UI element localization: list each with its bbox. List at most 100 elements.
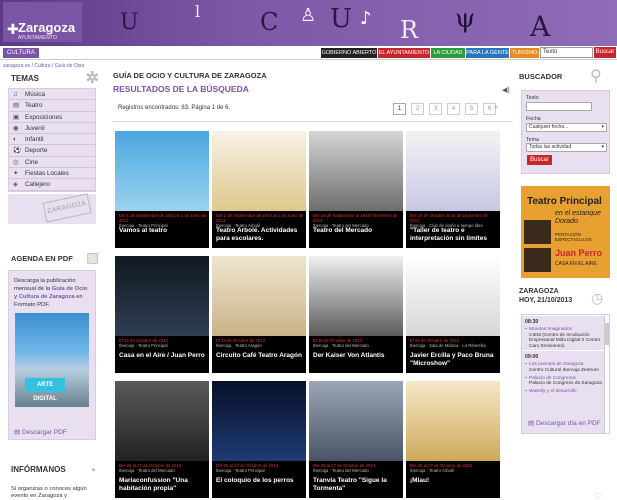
event-title[interactable]: "Taller de teatro e interpretación sin l… [410,227,498,242]
event-title[interactable]: Mariaconfussion "Una habitación propia" [119,477,207,492]
event-image[interactable] [115,131,209,211]
breadcrumb[interactable]: zaragoza.es / Cultura / Guía de Ocio [3,63,84,69]
banner-subtitle: en el estanque Dorado [555,210,601,225]
event-date: Del 16 de Octubre al 16 de Diciembre de … [410,213,498,228]
event-title[interactable]: Circuito Café Teatro Aragón [216,352,304,360]
header-search-input[interactable]: Texto [540,47,593,58]
pdf-icon: ▨ [86,249,100,265]
event-card[interactable]: Del 1 de Septiembre de 2013 al 1 de Juni… [212,131,306,248]
buscar-button[interactable]: Buscar [527,155,552,165]
event-card[interactable]: El 23 de Octubre de 2013 Ibercaja · Teatr… [115,256,209,373]
logo-mark-icon: ✚ [7,21,19,37]
sidebar-item-music[interactable]: ♫ Música [9,89,95,101]
nav-la-ciudad[interactable]: LA CIUDAD [431,48,465,58]
event-title[interactable]: Tranvía Teatro "Sigue la Tormenta" [313,477,401,492]
speaker-icon[interactable]: ◀) [502,86,510,94]
download-pdf-link[interactable]: ▤ Descargar PDF [14,428,67,436]
page-3-link[interactable]: 3 [429,103,442,115]
event-image[interactable] [406,256,500,336]
section-tab-cultura[interactable]: CULTURA [3,48,39,58]
agenda-item[interactable]: Palacio de CongresosPalacio de Congreso … [522,375,609,388]
event-title[interactable]: Der Kaiser Von Atlantis [313,352,401,360]
note-icon: ♪ [360,8,372,29]
nav-el-ayuntamiento[interactable]: EL AYUNTAMIENTO [378,48,430,58]
chevron-down-icon: ▾ [601,124,604,130]
sidebar-item-kids[interactable]: ◐ Infantil [9,134,95,146]
agenda-item-name[interactable]: Mundos Imaginados [529,327,572,332]
header-search-button[interactable]: Buscar [594,47,616,58]
teatro-principal-banner[interactable]: Teatro Principal en el estanque Dorado P… [521,186,610,278]
page-5-link[interactable]: 5 [465,103,478,115]
event-venue: Ibercaja · Teatro Principal [216,468,265,473]
event-title[interactable]: Casa en el Aire / Juan Perro [119,352,207,360]
event-image[interactable] [115,256,209,336]
agenda-pdf-box: Descarga la publicación mensual de la Gu… [8,270,96,440]
temas-title: TEMAS [11,74,39,83]
agenda-pdf-title: AGENDA EN PDF [11,254,73,263]
agenda-item[interactable]: Mundos ImaginadosCIEM (Centro de Incubac… [522,326,609,350]
page: ✚ Zaragoza AYUNTAMIENTO U l C U R A ♙ ♪ … [0,0,617,500]
nav-para-la-gente[interactable]: PARA LA GENTE [466,48,509,58]
event-card[interactable]: El 23 de Octubre de 2013 Ibercaja · Teatr… [212,256,306,373]
event-card[interactable]: El 26 de Octubre de 2013 Ibercaja · Teatr… [309,256,403,373]
agenda-cover-image[interactable]: ARTE DIGITAL [15,313,89,407]
agenda-time: 08:30 [522,315,609,326]
event-card[interactable]: Del 16 de Octubre al 16 de Diciembre de … [406,131,500,248]
map-pin-icon: ◈ [13,181,18,189]
download-day-pdf-link[interactable]: ▤ Descargar día en PDF [528,419,601,427]
sidebar-item-theater[interactable]: ▤ Teatro [9,100,95,112]
informanos-title: INFÓRMANOS [11,465,66,474]
event-title[interactable]: Teatro Arbolé. Actividades para escolare… [216,227,304,242]
event-title[interactable]: Vamos al teatro [119,227,207,235]
agenda-item-name[interactable]: Palacio de Congresos [529,376,576,381]
event-card[interactable]: Del 19 de Septiembre al 19 de Diciembre … [309,131,403,248]
event-image[interactable] [212,256,306,336]
nav-gobierno-abierto[interactable]: GOBIERNO ABIERTO [321,48,377,58]
next-page-link[interactable]: » [494,104,498,111]
tema-select[interactable]: Todas las actividad ▾ [526,143,607,152]
header-deco-letter: l [195,2,201,21]
divider [113,121,513,122]
page-1-link[interactable]: 1 [393,103,406,115]
fecha-select[interactable]: Cualquier fecha... ▾ [526,123,607,132]
chevron-down-icon: ▾ [601,144,604,150]
event-card[interactable]: Del 26 al 27 de Octubre de 2013 Ibercaja … [309,381,403,498]
event-date: Del 19 de Septiembre al 19 de Diciembre … [313,213,401,228]
page-2-link[interactable]: 2 [411,103,424,115]
event-title[interactable]: ¡Miau! [410,477,498,485]
sidebar-item-party[interactable]: ✦ Fiestas Locales [9,168,95,180]
sidebar-item-exhibition[interactable]: ▣ Exposiciones [9,112,95,123]
event-image[interactable] [309,131,403,211]
event-date: El 26 de Octubre de 2013 Ibercaja · Sala … [410,338,498,348]
event-title[interactable]: Javier Ercilla y Paco Bruna "Microshow" [410,352,498,367]
sidebar-item-sport[interactable]: ⚽ Deporte [9,145,95,157]
agenda-item-name[interactable]: Wassily y el desarrollo [529,389,577,394]
page-4-link[interactable]: 4 [447,103,460,115]
kids-icon: ◐ [13,136,17,144]
event-image[interactable] [309,381,403,461]
event-card[interactable]: Del 26 al 27 de Octubre de 2013 Ibercaja … [406,381,500,498]
sidebar-item-youth[interactable]: ◉ Juvenil [9,123,95,135]
cinema-icon: ◎ [13,158,19,166]
agenda-item[interactable]: Los puentes de ZaragozaCentro Cultural I… [522,361,609,374]
event-card[interactable]: El 26 de Octubre de 2013 Ibercaja · Sala … [406,256,500,373]
event-image[interactable] [115,381,209,461]
event-title[interactable]: Teatro del Mercado [313,227,401,235]
event-image[interactable] [212,381,306,461]
event-image[interactable] [406,381,500,461]
agenda-item[interactable]: Wassily y el desarrollo [522,388,609,396]
sidebar-item-cinema[interactable]: ◎ Cine [9,157,95,169]
event-card[interactable]: Del 26 al 27 de Octubre de 2013 Ibercaja … [212,381,306,498]
event-image[interactable] [406,131,500,211]
event-card[interactable]: Del 1 de Septiembre de 2013 al 1 de Juni… [115,131,209,248]
texto-input[interactable] [526,102,592,111]
agenda-pdf-text: Descarga la publicación mensual de la Gu… [9,271,95,315]
agenda-item-name[interactable]: Los puentes de Zaragoza [529,362,583,367]
nav-turismo[interactable]: TURISMO [510,48,539,58]
event-image[interactable] [212,131,306,211]
event-title[interactable]: El coloquio de los perros [216,477,304,485]
event-image[interactable] [309,256,403,336]
sidebar-item-map-pin[interactable]: ◈ Callejero [9,179,95,191]
event-card[interactable]: Del 26 al 27 de Octubre de 2013 Ibercaja … [115,381,209,498]
site-logo[interactable]: ✚ Zaragoza AYUNTAMIENTO [3,2,83,42]
